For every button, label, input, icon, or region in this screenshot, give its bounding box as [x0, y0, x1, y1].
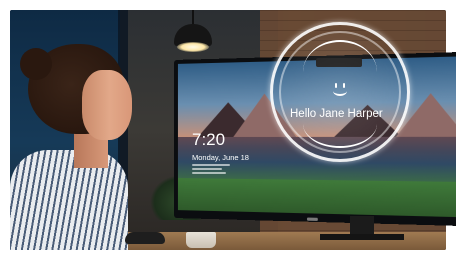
coffee-cup [186, 232, 216, 248]
smile-icon [330, 80, 350, 98]
meadow [177, 177, 456, 218]
woman-hair-bun [20, 48, 52, 80]
woman-face [82, 70, 132, 140]
lock-screen-time: 7:20 [192, 130, 226, 149]
lock-screen-date: Monday, June 18 [192, 153, 249, 162]
notification-lines [192, 164, 234, 176]
woman-shirt [10, 150, 128, 250]
headphones [125, 232, 165, 244]
monitor-stand-foot [320, 234, 404, 240]
greeting-text: Hello Jane Harper [290, 108, 383, 120]
lamp-glow [177, 42, 209, 52]
monitor-logo [306, 217, 318, 221]
